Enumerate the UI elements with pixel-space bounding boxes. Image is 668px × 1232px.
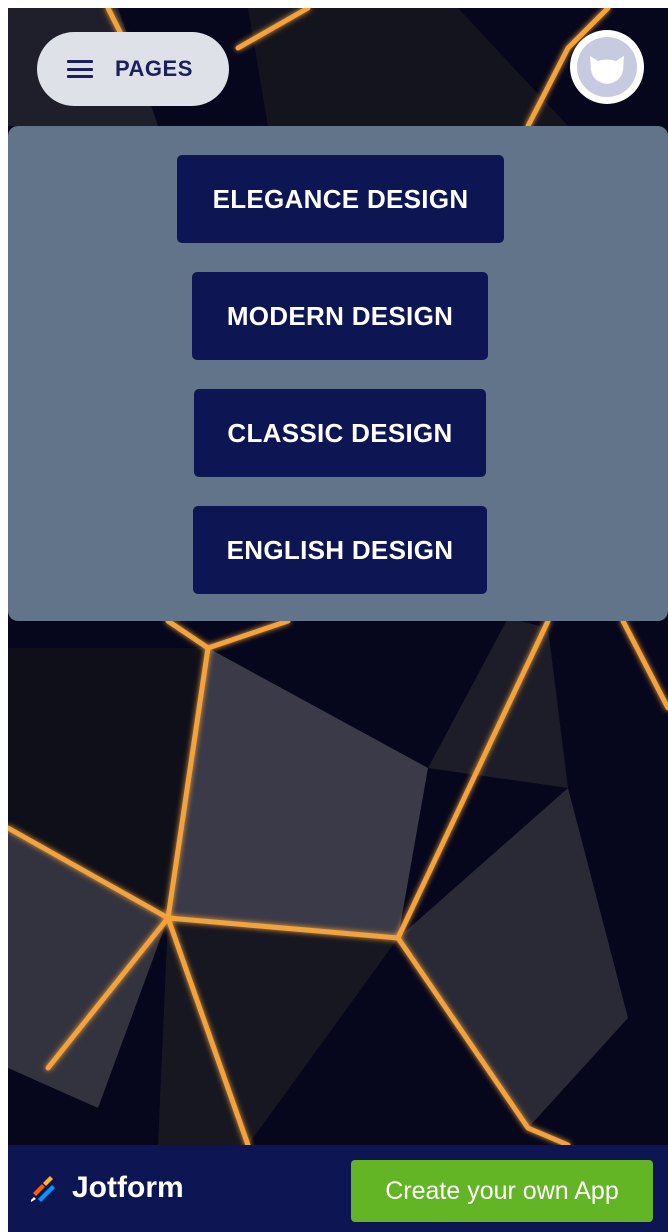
app-screen: PAGES ELEGANCE DESIGN MODERN DESIGN CLAS…	[8, 8, 668, 1232]
modern-design-button[interactable]: MODERN DESIGN	[192, 272, 488, 360]
english-design-button[interactable]: ENGLISH DESIGN	[193, 506, 487, 594]
pages-menu-panel: ELEGANCE DESIGN MODERN DESIGN CLASSIC DE…	[8, 126, 668, 621]
jotform-logo-icon	[31, 1176, 55, 1202]
pages-menu-button[interactable]: PAGES	[37, 32, 229, 106]
jotform-logo[interactable]: Jotform	[30, 1171, 184, 1205]
hamburger-icon	[67, 60, 93, 78]
elegance-design-button[interactable]: ELEGANCE DESIGN	[177, 155, 504, 243]
avatar-icon	[577, 37, 637, 97]
footer-bar: Jotform Create your own App	[8, 1145, 668, 1232]
avatar[interactable]	[570, 30, 644, 104]
create-app-button[interactable]: Create your own App	[351, 1160, 653, 1222]
classic-design-button[interactable]: CLASSIC DESIGN	[194, 389, 486, 477]
jotform-logo-text: Jotform	[72, 1171, 184, 1204]
pages-label: PAGES	[115, 56, 193, 81]
